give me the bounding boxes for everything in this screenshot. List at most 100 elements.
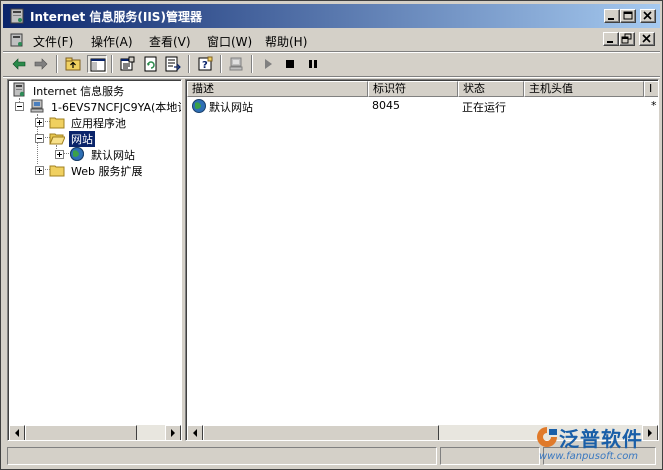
window-title: Internet 信息服务(IIS)管理器 (30, 10, 202, 24)
globe-icon (70, 147, 84, 161)
pause-button[interactable] (303, 55, 323, 73)
back-button[interactable] (9, 55, 29, 73)
up-level-icon (65, 57, 81, 71)
title-bar[interactable]: Internet 信息服务(IIS)管理器 (3, 4, 660, 28)
column-header-identifier[interactable]: 标识符 (368, 81, 458, 97)
tree-node-websites[interactable]: 网站 (11, 130, 181, 147)
tree-node-server[interactable]: 1-6EVS7NCFJC9YA(本地计 (11, 98, 181, 114)
cell-description: 默认网站 (209, 101, 253, 114)
cell-ip: * (651, 99, 657, 112)
tree-label-app-pools: 应用程序池 (71, 117, 126, 130)
up-level-button[interactable] (63, 55, 83, 73)
status-panel-secondary (440, 447, 540, 465)
expand-icon[interactable] (35, 118, 44, 127)
computer-button[interactable] (226, 55, 246, 73)
menu-help[interactable]: 帮助(H) (265, 33, 307, 50)
forward-button[interactable] (31, 55, 51, 73)
collapse-icon[interactable] (35, 134, 44, 143)
close-button[interactable] (640, 9, 656, 23)
menu-view[interactable]: 查看(V) (149, 33, 191, 50)
tree-label-websites: 网站 (69, 131, 95, 147)
show-hide-tree-icon (90, 58, 106, 72)
help-icon: ? (198, 56, 213, 71)
collapse-icon[interactable] (15, 102, 24, 111)
minimize-icon (607, 41, 613, 43)
toolbar-divider (3, 76, 660, 78)
tree-label-root: Internet 信息服务 (33, 85, 125, 98)
menu-bar: 文件(F) 操作(A) 查看(V) 窗口(W) 帮助(H) (3, 29, 660, 51)
tree-node-default-site[interactable]: 默认网站 (11, 146, 181, 162)
scroll-thumb[interactable] (203, 425, 439, 440)
globe-icon (192, 99, 206, 113)
start-button[interactable] (258, 55, 278, 73)
column-header-status[interactable]: 状态 (458, 81, 524, 97)
computer-icon (229, 57, 243, 71)
fanpu-logo-icon (537, 427, 557, 447)
stop-icon (286, 60, 294, 68)
folder-icon (49, 117, 65, 129)
iis-server-icon (13, 82, 25, 97)
list-pane[interactable]: 描述 标识符 状态 主机头值 I 默认网站 8045 正在运行 * (185, 79, 659, 441)
help-button[interactable]: ? (195, 55, 215, 73)
refresh-icon (144, 56, 157, 72)
arrow-left-icon (15, 429, 19, 437)
scroll-right-button[interactable] (165, 425, 181, 440)
stop-button[interactable] (280, 55, 300, 73)
toolbar-separator (220, 55, 222, 73)
forward-arrow-icon (34, 58, 48, 70)
iis-app-icon (10, 8, 24, 24)
tree-label-web-ext: Web 服务扩展 (71, 165, 143, 178)
properties-icon (120, 56, 135, 71)
scroll-thumb[interactable] (25, 425, 137, 440)
menu-window[interactable]: 窗口(W) (207, 33, 252, 50)
export-list-button[interactable] (163, 55, 183, 73)
tree-node-root[interactable]: Internet 信息服务 (11, 82, 181, 98)
close-icon (643, 11, 652, 20)
tree-pane[interactable]: Internet 信息服务 1-6EVS7NCFJC9YA(本地计 应用程序池 … (7, 79, 182, 441)
child-close-button[interactable] (639, 32, 655, 46)
toolbar-separator (56, 55, 58, 73)
folder-open-icon (49, 133, 65, 145)
properties-button[interactable] (117, 55, 137, 73)
column-header-host[interactable]: 主机头值 (524, 81, 644, 97)
status-panel-main (7, 447, 437, 465)
show-hide-tree-button[interactable] (87, 55, 107, 73)
watermark-brand: 泛普软件 (559, 427, 643, 451)
tree-node-app-pools[interactable]: 应用程序池 (11, 114, 181, 130)
minimize-button[interactable] (604, 9, 620, 23)
expand-icon[interactable] (55, 150, 64, 159)
expand-icon[interactable] (35, 166, 44, 175)
arrow-right-icon (171, 429, 175, 437)
child-minimize-button[interactable] (603, 32, 619, 46)
back-arrow-icon (12, 58, 26, 70)
menu-file[interactable]: 文件(F) (33, 33, 73, 50)
maximize-icon (623, 11, 633, 20)
scroll-left-button[interactable] (9, 425, 25, 440)
tree-node-web-ext[interactable]: Web 服务扩展 (11, 162, 181, 178)
toolbar: ? (3, 53, 660, 75)
column-header-description[interactable]: 描述 (187, 81, 368, 97)
start-icon (265, 59, 272, 69)
restore-icon (621, 33, 632, 44)
tree-label-server: 1-6EVS7NCFJC9YA(本地计 (51, 101, 182, 114)
watermark-url: www.fanpusoft.com (539, 451, 639, 462)
minimize-icon (608, 18, 614, 20)
tree-horizontal-scrollbar[interactable] (9, 425, 181, 440)
mmc-console-icon[interactable] (9, 32, 25, 48)
iis-manager-window: Internet 信息服务(IIS)管理器 文件(F) 操作(A) 查看(V) … (0, 0, 663, 470)
tree-label-default-site: 默认网站 (91, 149, 135, 162)
export-list-icon (165, 56, 181, 72)
scroll-left-button[interactable] (187, 425, 203, 440)
maximize-button[interactable] (620, 9, 636, 23)
column-header-ip[interactable]: I (644, 81, 658, 97)
pause-icon (309, 60, 317, 68)
folder-icon (49, 165, 65, 177)
arrow-left-icon (193, 429, 197, 437)
cell-status: 正在运行 (462, 101, 506, 114)
table-row[interactable]: 默认网站 8045 正在运行 * (187, 98, 658, 114)
menu-action[interactable]: 操作(A) (91, 33, 133, 50)
refresh-button[interactable] (141, 55, 161, 73)
cell-identifier: 8045 (372, 99, 400, 112)
toolbar-separator (188, 55, 190, 73)
child-restore-button[interactable] (619, 32, 635, 46)
